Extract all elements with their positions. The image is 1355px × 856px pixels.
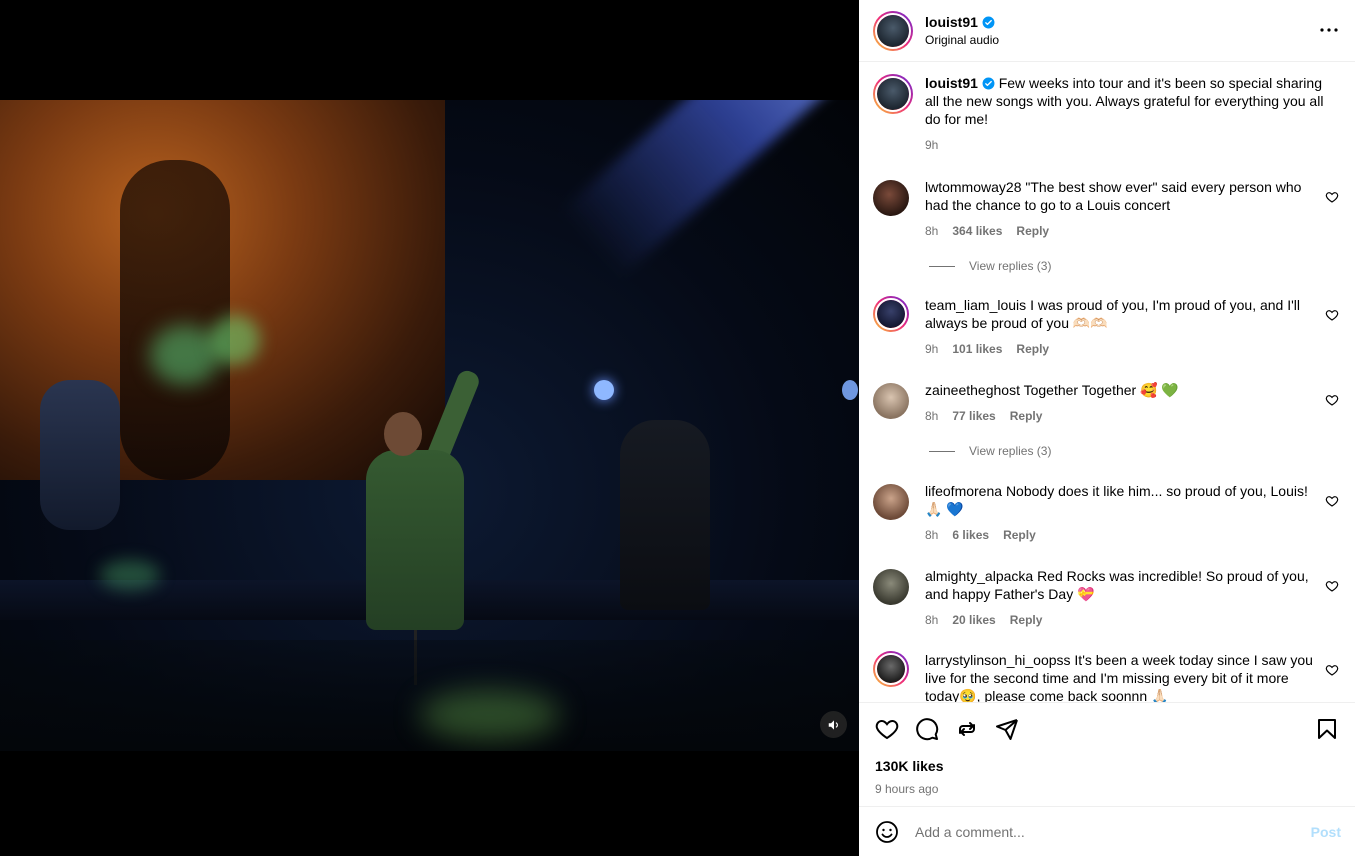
comment-time[interactable]: 8h xyxy=(925,407,938,425)
author-username[interactable]: louist91 xyxy=(925,14,978,30)
caption-avatar[interactable] xyxy=(873,74,913,114)
commenter-avatar[interactable] xyxy=(873,383,909,419)
commenter-avatar[interactable] xyxy=(873,484,909,520)
comment-likes[interactable]: 6 likes xyxy=(952,526,989,544)
repost-icon xyxy=(959,721,975,736)
comment-time[interactable]: 8h xyxy=(925,222,938,240)
commenter-avatar[interactable] xyxy=(873,180,909,216)
more-options-button[interactable] xyxy=(1317,18,1341,42)
bookmark-icon xyxy=(1318,718,1336,739)
comment-likes[interactable]: 101 likes xyxy=(952,340,1002,358)
likes-count[interactable]: 130K likes xyxy=(875,758,1339,774)
save-button[interactable] xyxy=(1315,717,1339,741)
like-comment-heart-icon[interactable] xyxy=(1325,579,1339,593)
verified-badge-icon xyxy=(982,77,995,90)
view-replies-button[interactable]: View replies (3) xyxy=(929,259,1051,273)
heart-icon xyxy=(875,719,899,739)
reply-button[interactable]: Reply xyxy=(1016,222,1049,240)
like-comment-heart-icon[interactable] xyxy=(1325,190,1339,204)
post-side-panel: louist91 Original audio louist91 Few wee… xyxy=(859,0,1355,856)
view-replies-button[interactable]: View replies (3) xyxy=(929,444,1051,458)
comment-button[interactable] xyxy=(915,717,939,741)
comment-bubble-icon xyxy=(916,717,939,740)
post-timestamp[interactable]: 9 hours ago xyxy=(875,782,1339,796)
speaker-icon xyxy=(828,719,838,730)
reply-button[interactable]: Reply xyxy=(1010,407,1043,425)
reply-button[interactable]: Reply xyxy=(1016,340,1049,358)
stage-light-beam xyxy=(559,100,858,279)
reel-video[interactable] xyxy=(0,100,859,751)
drummer-figure xyxy=(40,380,120,530)
comment-likes[interactable]: 364 likes xyxy=(952,222,1002,240)
comment-username[interactable]: larrystylinson_hi_oopss xyxy=(925,652,1071,668)
reply-button[interactable]: Reply xyxy=(1003,526,1036,544)
share-button[interactable] xyxy=(995,717,1019,741)
comment-username[interactable]: lifeofmorena xyxy=(925,483,1002,499)
like-comment-heart-icon[interactable] xyxy=(1325,308,1339,322)
comment-username[interactable]: team_liam_louis xyxy=(925,297,1026,313)
comment-item: almighty_alpacka Red Rocks was incredibl… xyxy=(873,567,1343,629)
comment-item: zaineetheghost Together Together 🥰 💚 8h … xyxy=(873,381,1343,425)
comment-time[interactable]: 8h xyxy=(925,611,938,629)
comment-username[interactable]: zaineetheghost xyxy=(925,382,1020,398)
audio-label[interactable]: Original audio xyxy=(925,33,999,47)
commenter-avatar[interactable] xyxy=(873,651,909,687)
comment-input[interactable] xyxy=(915,823,1311,840)
caption-time[interactable]: 9h xyxy=(925,136,938,154)
comment-item: lwtommoway28 "The best show ever" said e… xyxy=(873,178,1343,240)
post-modal: louist91 Original audio louist91 Few wee… xyxy=(0,0,1355,856)
comment-item: team_liam_louis I was proud of you, I'm … xyxy=(873,296,1343,358)
comment-text: Together Together 🥰 💚 xyxy=(1023,382,1179,398)
comments-list[interactable]: louist91 Few weeks into tour and it's be… xyxy=(859,62,1355,702)
caption-username[interactable]: louist91 xyxy=(925,75,978,91)
post-stats: 130K likes 9 hours ago xyxy=(859,754,1355,806)
crowd xyxy=(0,640,859,751)
audio-toggle-button[interactable] xyxy=(820,711,847,738)
more-dots-icon xyxy=(1320,28,1338,32)
commenter-avatar[interactable] xyxy=(873,296,909,332)
media-pane xyxy=(0,0,859,856)
comment-time[interactable]: 8h xyxy=(925,526,938,544)
post-caption: louist91 Few weeks into tour and it's be… xyxy=(873,74,1343,154)
comment-username[interactable]: almighty_alpacka xyxy=(925,568,1033,584)
post-header: louist91 Original audio xyxy=(859,0,1355,62)
action-bar xyxy=(859,702,1355,754)
comment-item: lifeofmorena Nobody does it like him... … xyxy=(873,482,1343,544)
comment-likes[interactable]: 20 likes xyxy=(952,611,995,629)
verified-badge-icon xyxy=(982,16,995,28)
like-comment-heart-icon[interactable] xyxy=(1325,494,1339,508)
guitarist-figure xyxy=(620,420,710,610)
comment-composer: Post xyxy=(859,806,1355,856)
post-comment-button[interactable]: Post xyxy=(1311,824,1341,840)
paper-plane-icon xyxy=(996,718,1018,740)
like-comment-heart-icon[interactable] xyxy=(1325,663,1339,677)
comment-item: larrystylinson_hi_oopss It's been a week… xyxy=(873,651,1343,702)
comment-time[interactable]: 9h xyxy=(925,340,938,358)
singer-figure xyxy=(366,450,464,630)
like-comment-heart-icon[interactable] xyxy=(1325,393,1339,407)
reply-button[interactable]: Reply xyxy=(1010,611,1043,629)
comment-username[interactable]: lwtommoway28 xyxy=(925,179,1021,195)
author-avatar[interactable] xyxy=(873,10,913,51)
comment-likes[interactable]: 77 likes xyxy=(952,407,995,425)
like-button[interactable] xyxy=(875,717,899,741)
emoji-icon[interactable] xyxy=(875,820,899,844)
repost-button[interactable] xyxy=(955,717,979,741)
commenter-avatar[interactable] xyxy=(873,569,909,605)
